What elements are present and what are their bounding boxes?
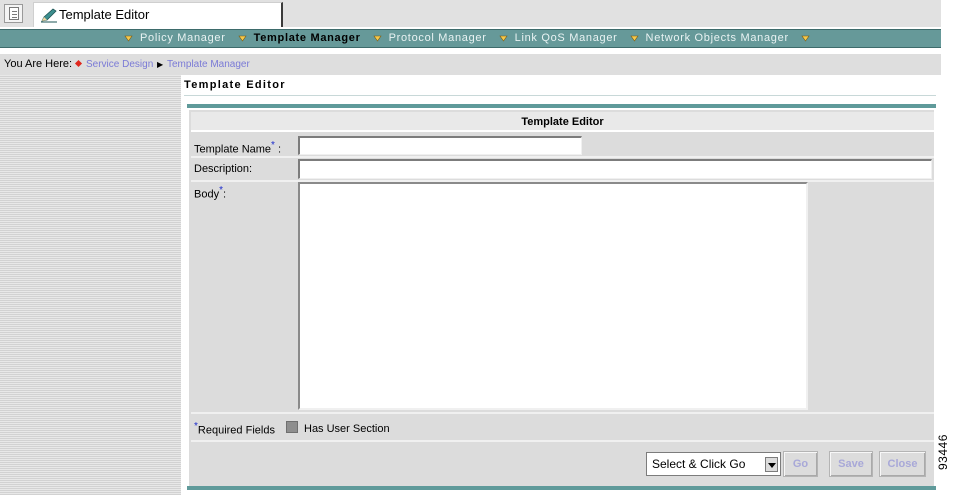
- chevron-down-icon: [373, 35, 382, 42]
- action-select-value: Select & Click Go: [652, 457, 746, 471]
- tab-template-editor[interactable]: Template Editor: [33, 2, 283, 27]
- go-button[interactable]: Go: [783, 451, 818, 477]
- body-textarea[interactable]: [298, 182, 808, 410]
- action-select[interactable]: Select & Click Go: [646, 452, 781, 476]
- red-diamond-icon: [74, 59, 83, 68]
- row-separator: [191, 440, 934, 442]
- dropdown-arrow-icon[interactable]: [765, 457, 778, 472]
- document-icon[interactable]: [4, 4, 23, 23]
- close-button[interactable]: Close: [879, 451, 926, 477]
- chevron-down-icon: [801, 35, 810, 42]
- body-label: Body*:: [194, 185, 227, 201]
- nav-item-template-manager[interactable]: Template Manager: [254, 32, 361, 44]
- panel-header: Template Editor: [191, 112, 934, 132]
- tab-strip: Template Editor: [0, 0, 941, 27]
- pencil-icon: [41, 8, 57, 23]
- save-button[interactable]: Save: [829, 451, 873, 477]
- breadcrumb-prefix: You Are Here:: [4, 58, 73, 70]
- module-nav-bar: Policy Manager Template Manager Protocol M…: [0, 29, 941, 48]
- chevron-down-icon: [499, 35, 508, 42]
- nav-item-protocol-manager[interactable]: Protocol Manager: [389, 32, 487, 44]
- template-name-label: Template Name* :: [194, 140, 282, 156]
- description-label: Description:: [194, 163, 253, 175]
- chevron-down-icon: [124, 35, 133, 42]
- breadcrumb: You Are Here: Service Design ▶ Template …: [0, 54, 941, 75]
- tab-label: Template Editor: [59, 7, 150, 22]
- figure-number: 93446: [936, 434, 950, 470]
- breadcrumb-link-service-design[interactable]: Service Design: [86, 59, 153, 70]
- nav-item-network-objects-manager[interactable]: Network Objects Manager: [646, 32, 789, 44]
- description-input[interactable]: [298, 159, 932, 179]
- panel-body: Template Editor Template Name* : Descrip…: [189, 110, 934, 486]
- has-user-section-checkbox[interactable]: [286, 421, 298, 433]
- nav-items: Policy Manager Template Manager Protocol M…: [123, 32, 817, 44]
- page-title: Template Editor: [184, 79, 286, 91]
- nav-item-link-qos-manager[interactable]: Link QoS Manager: [515, 32, 618, 44]
- options-row: *Required Fields Has User Section: [191, 414, 934, 440]
- chevron-down-icon: [629, 35, 639, 42]
- nav-item-policy-manager[interactable]: Policy Manager: [140, 32, 226, 44]
- panel-bottom-border: [187, 486, 936, 490]
- has-user-section-label: Has User Section: [304, 423, 390, 435]
- template-name-input[interactable]: [298, 136, 582, 155]
- left-sidebar: [0, 75, 181, 495]
- arrow-right-icon: ▶: [157, 60, 164, 69]
- template-editor-panel: Template Editor Template Name* : Descrip…: [187, 108, 936, 486]
- chevron-down-icon: [238, 35, 247, 42]
- title-divider: [184, 95, 936, 96]
- required-fields-note: *Required Fields: [194, 421, 275, 437]
- breadcrumb-link-template-manager[interactable]: Template Manager: [167, 59, 250, 70]
